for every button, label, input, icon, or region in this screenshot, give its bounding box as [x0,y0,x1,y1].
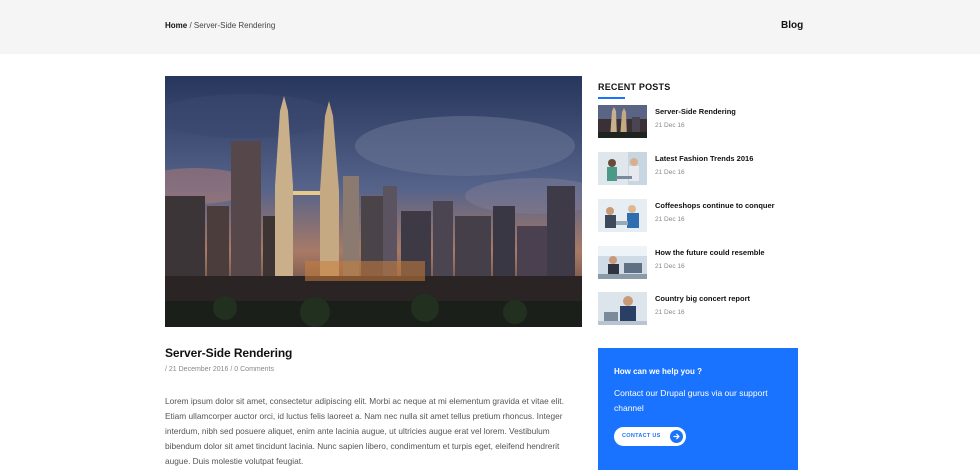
breadcrumb: Home / Server-Side Rendering [165,21,275,30]
arrow-right-icon [670,430,683,443]
recent-post-date: 21 Dec 16 [655,122,685,129]
recent-post-item[interactable]: Latest Fashion Trends 2016 21 Dec 16 [598,152,798,186]
contact-us-button[interactable]: CONTACT US [614,427,686,446]
breadcrumb-separator: / [187,21,194,30]
recent-post-date: 21 Dec 16 [655,169,685,176]
recent-post-thumbnail[interactable] [598,292,647,325]
recent-post-title[interactable]: How the future could resemble [655,248,765,257]
recent-posts-heading: RECENT POSTS [598,82,671,92]
recent-post-thumbnail[interactable] [598,105,647,138]
breadcrumb-current: Server-Side Rendering [193,21,276,30]
recent-post-item[interactable]: Server-Side Rendering 21 Dec 16 [598,105,798,139]
recent-post-title[interactable]: Coffeeshops continue to conquer [655,201,775,210]
recent-post-title[interactable]: Server-Side Rendering [655,107,736,116]
heading-underline [598,97,625,99]
recent-post-item[interactable]: How the future could resemble 21 Dec 16 [598,246,798,280]
recent-post-item[interactable]: Country big concert report 21 Dec 16 [598,292,798,326]
post-meta: / 21 December 2016 / 0 Comments [165,366,274,373]
recent-post-title[interactable]: Latest Fashion Trends 2016 [655,154,753,163]
post-title: Server-Side Rendering [165,346,293,360]
post-comments-link[interactable]: 0 Comments [234,366,274,373]
recent-post-date: 21 Dec 16 [655,263,685,270]
recent-post-thumbnail[interactable] [598,199,647,232]
post-hero-image [165,76,582,327]
breadcrumb-home-link[interactable]: Home [165,21,187,30]
post-date: 21 December 2016 [168,366,229,373]
city-skyline-image [165,76,582,327]
page-label: Blog [781,20,804,31]
help-box-title: How can we help you ? [614,367,703,376]
help-box: How can we help you ? Contact our Drupal… [598,348,798,470]
help-box-text: Contact our Drupal gurus via our support… [614,388,768,413]
post-body: Lorem ipsum dolor sit amet, consectetur … [165,396,564,466]
recent-post-item[interactable]: Coffeeshops continue to conquer 21 Dec 1… [598,199,798,233]
recent-post-title[interactable]: Country big concert report [655,294,750,303]
recent-post-date: 21 Dec 16 [655,216,685,223]
recent-post-date: 21 Dec 16 [655,309,685,316]
recent-post-thumbnail[interactable] [598,152,647,185]
page-header: Home / Server-Side Rendering Blog [0,0,980,54]
contact-us-button-label: CONTACT US [622,433,661,439]
recent-post-thumbnail[interactable] [598,246,647,279]
